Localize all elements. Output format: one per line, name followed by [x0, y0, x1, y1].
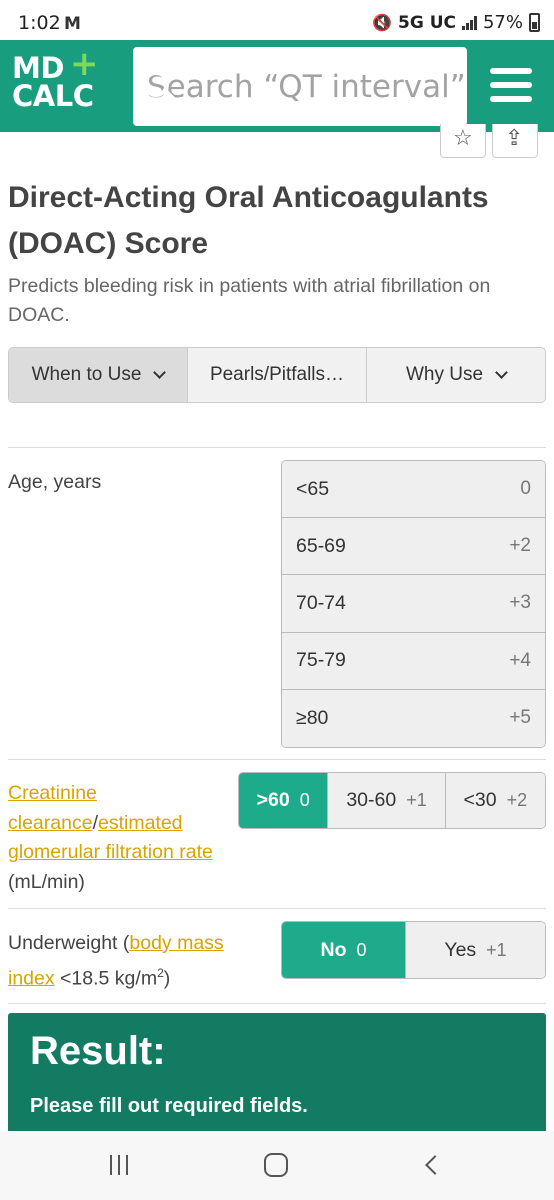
- gmail-icon: M: [64, 14, 81, 34]
- star-icon: ☆: [453, 126, 473, 151]
- battery-icon: [529, 13, 540, 32]
- option-points: 0: [356, 939, 367, 960]
- tab-pearls-pitfalls[interactable]: Pearls/Pitfalls…: [188, 348, 367, 402]
- menu-icon-bar: [490, 68, 532, 74]
- creatinine-clearance-link[interactable]: Creatinine clearance: [8, 782, 97, 834]
- chevron-down-icon: [495, 366, 508, 379]
- result-panel: Result: Please fill out required fields.: [8, 1013, 546, 1143]
- chevron-down-icon: [153, 366, 167, 379]
- divider: [8, 908, 546, 909]
- status-indicators: 🔇 5G UC 57%: [372, 12, 540, 33]
- unit-text: (mL/min): [8, 870, 85, 893]
- divider: [8, 759, 546, 760]
- logo-plus-icon: +: [70, 44, 99, 84]
- option-label: 75-79: [296, 649, 346, 672]
- option-label: 70-74: [296, 591, 346, 614]
- age-option-70-74[interactable]: 70-74 +3: [282, 575, 545, 633]
- option-points: 0: [520, 478, 531, 500]
- option-label: <65: [296, 477, 330, 500]
- tab-label: When to Use: [31, 364, 142, 385]
- menu-icon-bar: [490, 96, 532, 102]
- underweight-option-yes[interactable]: Yes +1: [406, 922, 545, 978]
- option-label: No: [320, 938, 347, 961]
- option-points: +5: [509, 707, 531, 729]
- share-button[interactable]: ⇪: [492, 124, 538, 158]
- back-icon[interactable]: [425, 1155, 445, 1175]
- underweight-suffix: <18.5 kg/m: [54, 967, 158, 989]
- age-option-65-69[interactable]: 65-69 +2: [282, 518, 545, 576]
- home-icon[interactable]: [264, 1153, 288, 1177]
- underweight-prefix: Underweight (: [8, 932, 130, 954]
- age-option-75-79[interactable]: 75-79 +4: [282, 632, 545, 690]
- age-label: Age, years: [8, 471, 102, 493]
- option-points: +4: [509, 649, 531, 671]
- info-tabs: When to Use Pearls/Pitfalls… Why Use: [8, 347, 546, 403]
- result-title: Result:: [30, 1029, 166, 1073]
- age-options: <65 0 65-69 +2 70-74 +3 75-79 +4 ≥80 +5: [281, 460, 546, 748]
- creatinine-options: >60 0 30-60 +1 <30 +2: [238, 772, 546, 829]
- favorite-button[interactable]: ☆: [440, 124, 486, 158]
- age-option-80-plus[interactable]: ≥80 +5: [282, 689, 545, 747]
- option-label: 30-60: [346, 789, 397, 811]
- battery-level: 57%: [482, 12, 523, 33]
- underweight-close: ): [163, 967, 171, 989]
- option-points: +3: [509, 592, 531, 614]
- menu-icon-bar: [490, 82, 532, 88]
- underweight-label: Underweight (body mass index <18.5 kg/m2…: [8, 929, 268, 994]
- option-points: +1: [406, 790, 427, 810]
- underweight-option-no[interactable]: No 0: [282, 922, 407, 978]
- result-message: Please fill out required fields.: [30, 1095, 308, 1117]
- page-title: Direct-Acting Oral Anticoagulants (DOAC)…: [8, 181, 489, 260]
- age-option-under-65[interactable]: <65 0: [282, 461, 545, 519]
- logo-calc: CALC: [12, 79, 94, 113]
- divider: [8, 447, 546, 448]
- network-label: 5G UC: [398, 12, 456, 33]
- mdcalc-logo[interactable]: MD CALC +: [12, 47, 99, 113]
- creatinine-option-30-60[interactable]: 30-60 +1: [328, 773, 446, 828]
- signal-icon: [461, 15, 477, 30]
- creatinine-label: Creatinine clearance/estimated glomerula…: [8, 779, 213, 897]
- system-nav-bar: [0, 1131, 554, 1200]
- option-label: Yes: [444, 938, 477, 961]
- divider: [8, 1003, 546, 1004]
- status-time: 1:02: [18, 12, 61, 34]
- page-subtitle: Predicts bleeding risk in patients with …: [8, 275, 491, 326]
- search-bar: [133, 47, 467, 126]
- tab-why-use[interactable]: Why Use: [367, 348, 545, 402]
- creatinine-option-under-30[interactable]: <30 +2: [445, 773, 545, 828]
- status-bar: 1:02 M 🔇 5G UC 57%: [0, 0, 554, 42]
- search-input[interactable]: [133, 47, 467, 126]
- option-label: >60: [256, 789, 290, 811]
- option-points: +2: [506, 790, 528, 810]
- recent-apps-icon[interactable]: [110, 1155, 128, 1175]
- option-label: 65-69: [296, 534, 346, 557]
- option-label: <30: [463, 789, 497, 811]
- creatinine-option-over-60[interactable]: >60 0: [239, 773, 329, 828]
- underweight-options: No 0 Yes +1: [281, 921, 546, 979]
- hamburger-menu-button[interactable]: [490, 68, 536, 106]
- option-points: 0: [299, 790, 310, 810]
- option-label: ≥80: [296, 706, 329, 729]
- tab-label: Pearls/Pitfalls…: [209, 364, 345, 385]
- app-header: MD CALC +: [0, 40, 554, 132]
- tab-when-to-use[interactable]: When to Use: [9, 348, 188, 402]
- tab-label: Why Use: [405, 364, 484, 385]
- share-icon: ⇪: [505, 126, 524, 151]
- superscript: 2: [157, 965, 164, 980]
- option-points: +2: [509, 535, 531, 557]
- mute-icon: 🔇: [372, 13, 392, 32]
- option-points: +1: [486, 939, 507, 960]
